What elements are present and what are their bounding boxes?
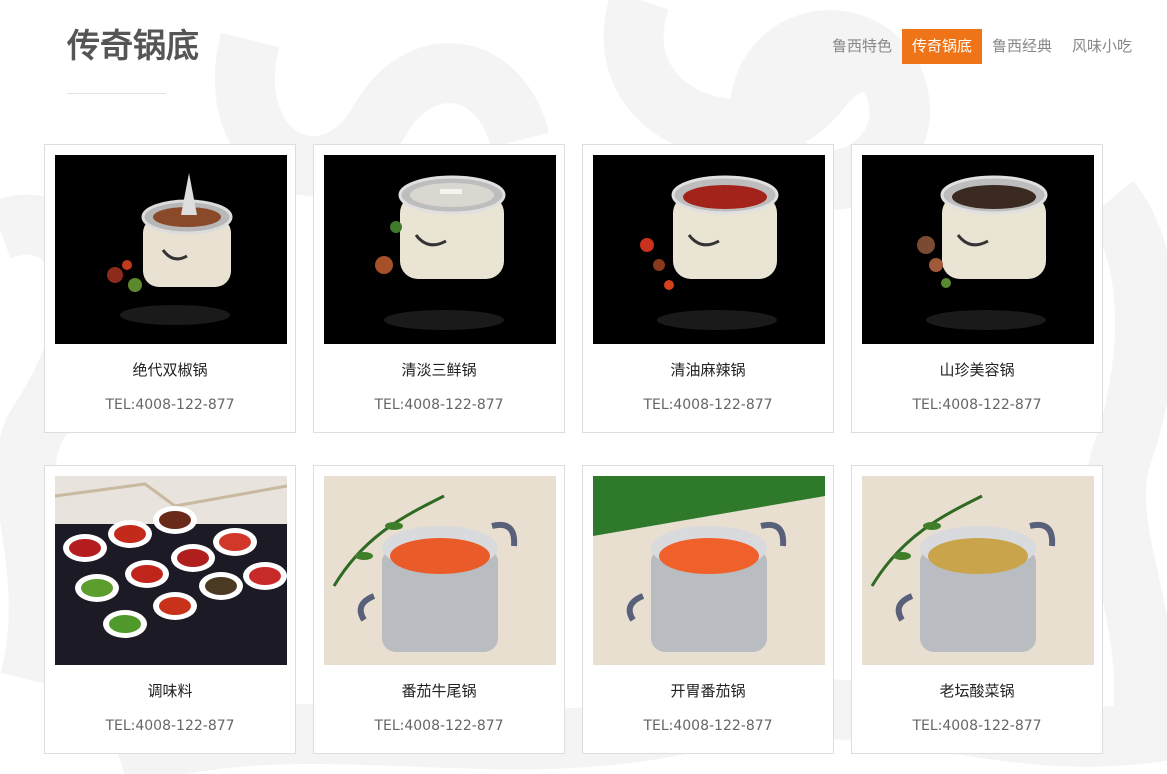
tab-luxi-specialty[interactable]: 鲁西特色 (822, 29, 902, 64)
product-name: 开胃番茄锅 (670, 682, 746, 700)
product-name: 清淡三鲜锅 (401, 361, 477, 379)
product-image (324, 155, 556, 344)
tab-legend-hotpot-base[interactable]: 传奇锅底 (901, 29, 982, 64)
product-tel: TEL:4008-122-877 (912, 397, 1042, 413)
product-name: 老坛酸菜锅 (939, 682, 1015, 700)
product-name: 绝代双椒锅 (132, 361, 208, 379)
product-tel: TEL:4008-122-877 (374, 718, 504, 734)
title-underline (67, 93, 166, 94)
product-card[interactable]: 番茄牛尾锅 TEL:4008-122-877 (313, 465, 565, 754)
product-card[interactable]: 清油麻辣锅 TEL:4008-122-877 (582, 144, 834, 433)
product-card[interactable]: 开胃番茄锅 TEL:4008-122-877 (582, 465, 834, 754)
product-tel: TEL:4008-122-877 (912, 718, 1042, 734)
product-image (862, 476, 1094, 665)
product-card[interactable]: 清淡三鲜锅 TEL:4008-122-877 (313, 144, 565, 433)
product-image (324, 476, 556, 665)
product-tel: TEL:4008-122-877 (105, 718, 235, 734)
category-tabs: 鲁西特色 传奇锅底 鲁西经典 风味小吃 (822, 29, 1142, 64)
product-image (55, 155, 287, 344)
product-card[interactable]: 山珍美容锅 TEL:4008-122-877 (851, 144, 1103, 433)
tab-flavor-snacks[interactable]: 风味小吃 (1062, 29, 1142, 64)
product-card[interactable]: 绝代双椒锅 TEL:4008-122-877 (44, 144, 296, 433)
product-image (55, 476, 287, 665)
product-tel: TEL:4008-122-877 (643, 718, 773, 734)
page-title: 传奇锅底 (67, 26, 199, 65)
product-card[interactable]: 调味料 TEL:4008-122-877 (44, 465, 296, 754)
product-tel: TEL:4008-122-877 (374, 397, 504, 413)
product-card[interactable]: 老坛酸菜锅 TEL:4008-122-877 (851, 465, 1103, 754)
product-image (593, 476, 825, 665)
product-tel: TEL:4008-122-877 (643, 397, 773, 413)
product-image (862, 155, 1094, 344)
product-name: 调味料 (147, 682, 193, 700)
tab-luxi-classic[interactable]: 鲁西经典 (982, 29, 1062, 64)
product-name: 番茄牛尾锅 (401, 682, 477, 700)
product-tel: TEL:4008-122-877 (105, 397, 235, 413)
product-name: 山珍美容锅 (939, 361, 1015, 379)
product-image (593, 155, 825, 344)
product-name: 清油麻辣锅 (670, 361, 746, 379)
